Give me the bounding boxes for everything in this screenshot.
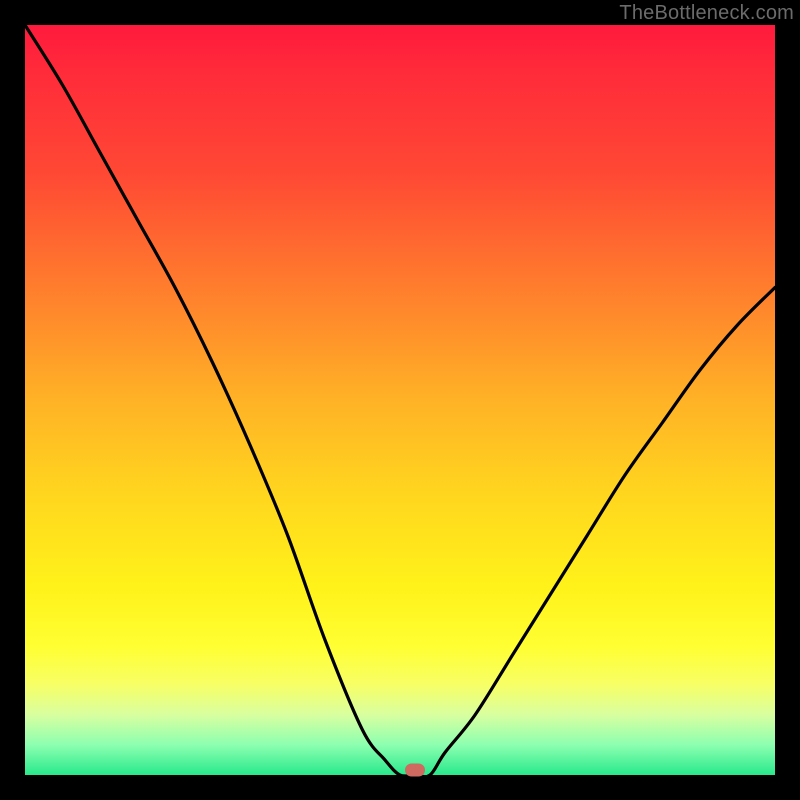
watermark-text: TheBottleneck.com bbox=[619, 2, 794, 25]
plot-area bbox=[25, 25, 775, 775]
chart-frame: TheBottleneck.com bbox=[0, 0, 800, 800]
optimal-marker bbox=[405, 764, 425, 777]
bottleneck-curve bbox=[25, 25, 775, 775]
